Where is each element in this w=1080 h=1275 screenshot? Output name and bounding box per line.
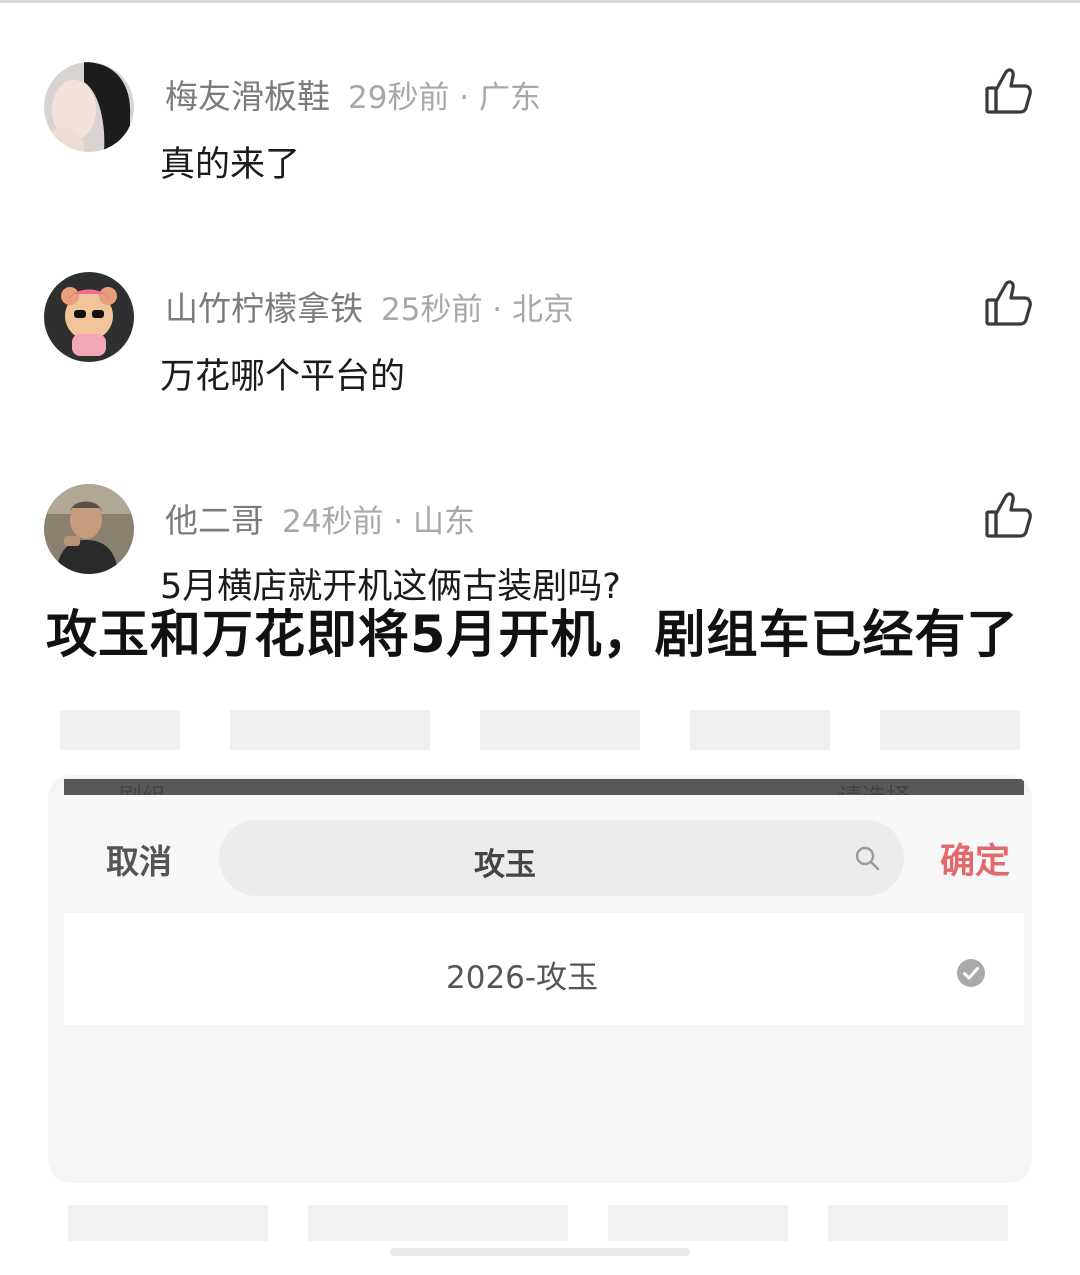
comment-meta: 梅友滑板鞋 29秒前 · 广东 <box>165 70 541 118</box>
picker-screenshot-card: 剧组 请选择 取消 攻玉 确定 2026-攻玉 <box>48 775 1032 1183</box>
comment-username[interactable]: 梅友滑板鞋 <box>165 77 330 116</box>
comment-time-location: 25秒前 · 北京 <box>381 292 575 328</box>
cancel-button[interactable]: 取消 <box>106 835 172 883</box>
comment-text: 真的来了 <box>160 145 301 185</box>
ghost-text-decoration <box>60 710 1020 750</box>
thumbs-up-icon[interactable] <box>984 490 1032 540</box>
comment-username[interactable]: 他二哥 <box>165 501 264 540</box>
comment-meta: 他二哥 24秒前 · 山东 <box>165 494 475 542</box>
picker-option-label: 2026-攻玉 <box>446 960 599 996</box>
avatar-image <box>44 484 134 574</box>
comment-meta: 山竹柠檬拿铁 25秒前 · 北京 <box>165 282 574 330</box>
comment-item[interactable]: 山竹柠檬拿铁 25秒前 · 北京 万花哪个平台的 <box>0 272 1080 472</box>
avatar[interactable] <box>44 272 134 362</box>
search-icon[interactable] <box>853 844 881 872</box>
thumbs-up-icon[interactable] <box>984 278 1032 328</box>
comment-text: 万花哪个平台的 <box>160 357 406 397</box>
picker-header: 取消 攻玉 确定 <box>64 795 1024 911</box>
avatar[interactable] <box>44 484 134 574</box>
avatar-image <box>44 272 134 362</box>
home-indicator <box>390 1248 690 1256</box>
confirm-button[interactable]: 确定 <box>940 833 1010 884</box>
thumbs-up-icon[interactable] <box>984 66 1032 116</box>
comment-item[interactable]: 梅友滑板鞋 29秒前 · 广东 真的来了 <box>0 60 1080 260</box>
top-divider <box>0 0 1080 3</box>
check-circle-icon[interactable] <box>956 958 986 988</box>
comment-username[interactable]: 山竹柠檬拿铁 <box>165 289 363 328</box>
comment-time-location: 24秒前 · 山东 <box>282 504 476 540</box>
search-input-value: 攻玉 <box>474 847 536 883</box>
search-input[interactable]: 攻玉 <box>219 820 904 896</box>
comment-time-location: 29秒前 · 广东 <box>348 80 542 116</box>
picker-option[interactable]: 2026-攻玉 <box>64 913 1024 1025</box>
overlay-headline: 攻玉和万花即将5月开机，剧组车已经有了 <box>46 606 1019 665</box>
avatar[interactable] <box>44 62 134 152</box>
avatar-image <box>44 62 134 152</box>
